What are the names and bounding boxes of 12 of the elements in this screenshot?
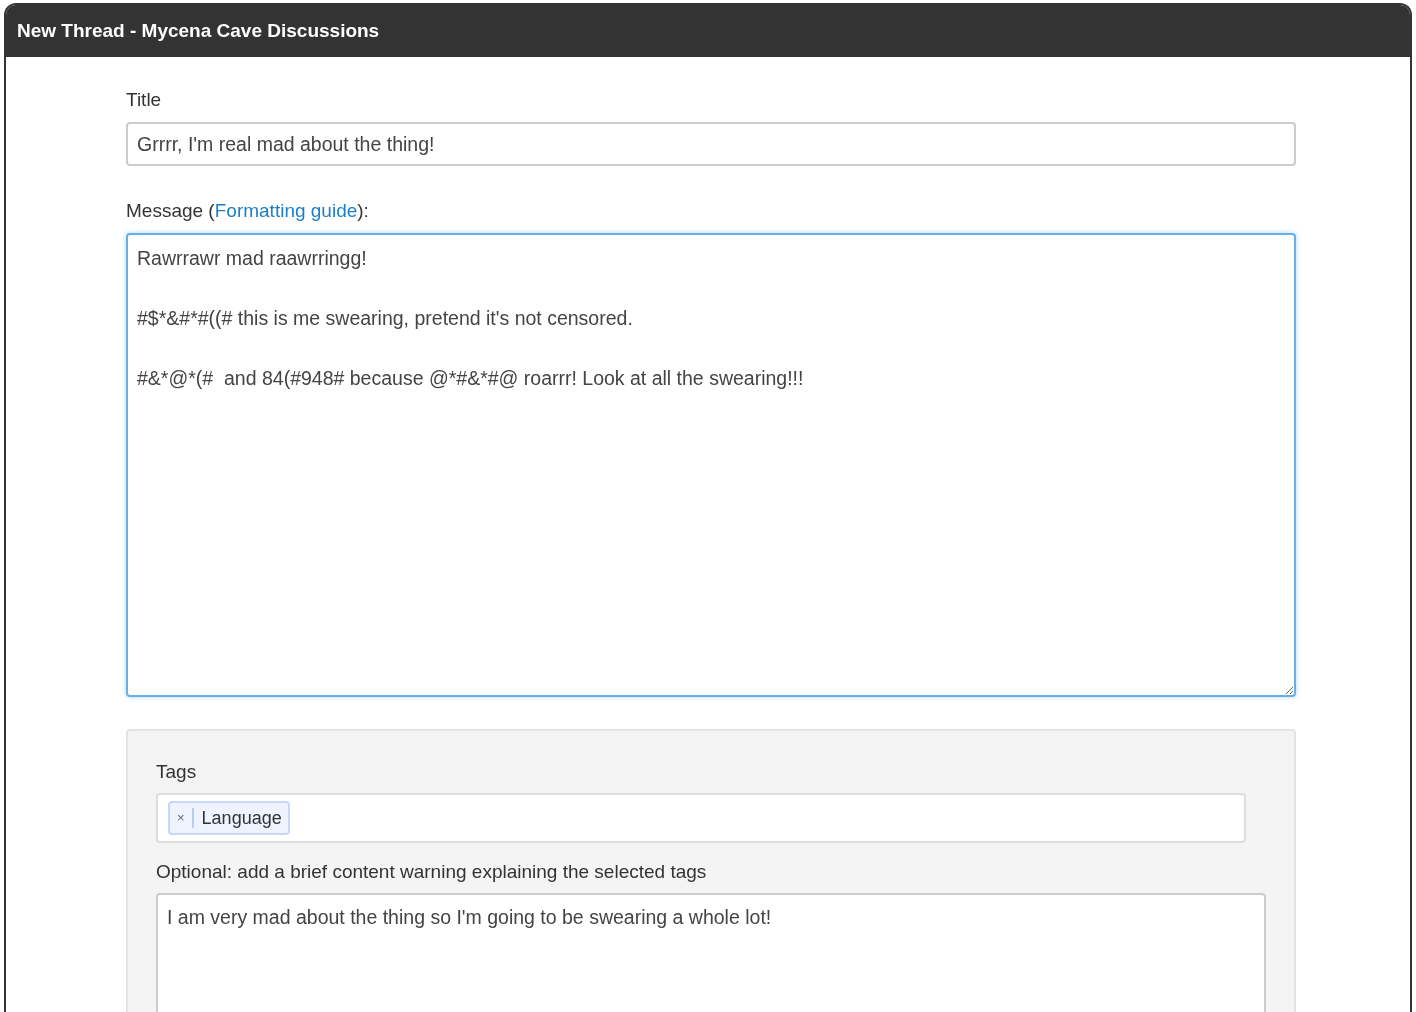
tags-input[interactable]: × Language [156, 793, 1246, 843]
content-warning-textarea[interactable]: I am very mad about the thing so I'm going to be swearing a whole lot! [156, 893, 1266, 1012]
remove-tag-button[interactable]: × [170, 808, 194, 828]
tag-label: Language [200, 807, 283, 829]
field-label: Optional: add a brief content warning explaining the selected tags [156, 861, 708, 883]
field-label: Title [126, 89, 163, 111]
field-label: Tags [156, 761, 198, 783]
formatting-guide-link[interactable]: Formatting guide [214, 200, 358, 221]
window-title: New Thread - Mycena Cave Discussions [17, 20, 380, 42]
message-textarea[interactable]: Rawrrawr mad raawrringg! #$*&#*#((# this is me swearing, pretend it's not censored. #&*@*(# and 84(#948# because @*#&*#@ roarrr! Look at all the swearing!!! [126, 233, 1296, 697]
field-label: Message (Formatting guide): [126, 200, 370, 222]
title-input[interactable]: Grrrr, I'm real mad about the thing! [126, 122, 1296, 166]
